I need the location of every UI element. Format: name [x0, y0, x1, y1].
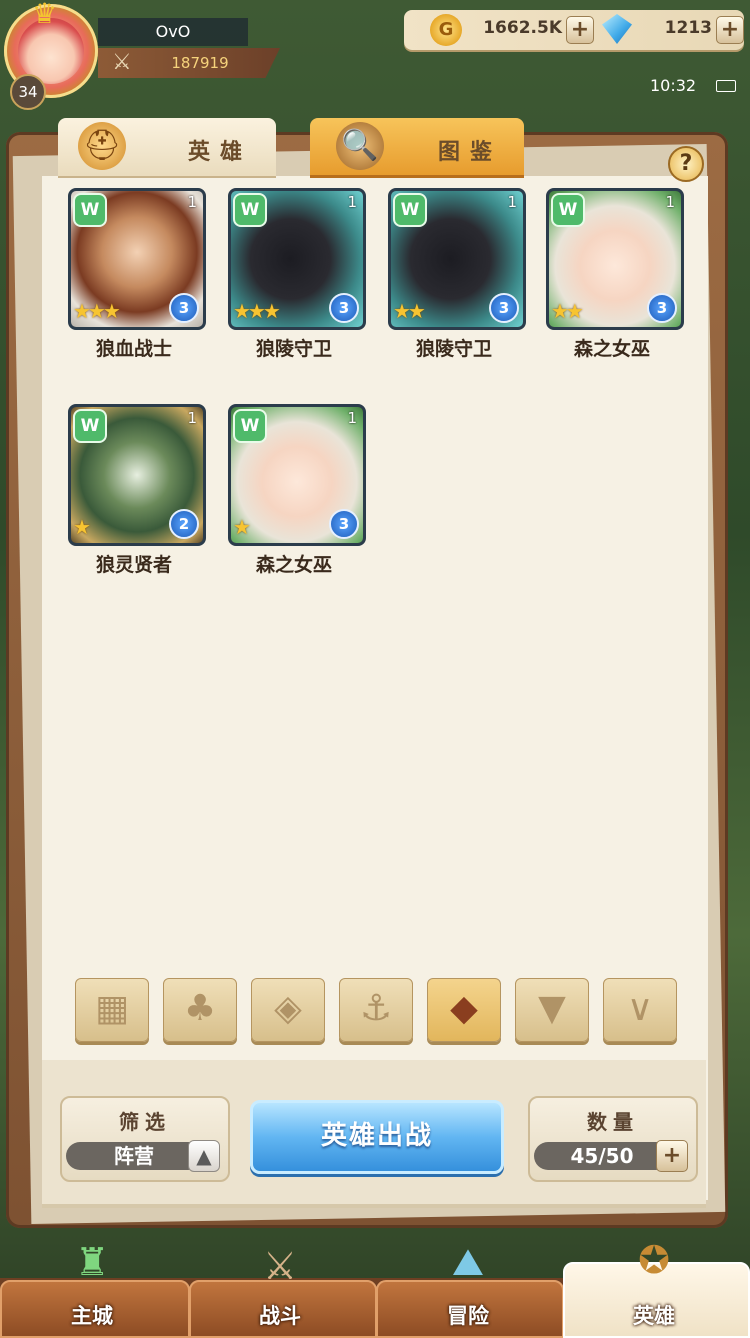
helmet-icon: ⛑: [78, 122, 126, 170]
filter-demon-button[interactable]: ▼: [515, 978, 589, 1042]
wolf-faction-icon: W: [551, 193, 585, 227]
horn-faction-icon: ∨: [626, 988, 654, 1029]
castle-icon: ♜: [74, 1240, 110, 1284]
wolf-faction-icon: W: [393, 193, 427, 227]
hero-copies: 1: [347, 409, 357, 427]
magnifier-book-icon: 🔍: [336, 122, 384, 170]
hero-card[interactable]: W 1 ★ 2: [68, 404, 206, 546]
filter-leaf-button[interactable]: ♣: [163, 978, 237, 1042]
gold-amount: 1662.5K: [483, 18, 562, 38]
hero-copies: 1: [507, 193, 517, 211]
status-clock: 10:32: [650, 76, 697, 95]
wolf-faction-icon: ◆: [450, 988, 478, 1029]
hero-name: 森之女巫: [255, 554, 332, 576]
nav-battle-label: 战斗: [259, 1304, 301, 1328]
hero-card[interactable]: W 1 ★★ 3: [546, 188, 684, 330]
nav-main-city-label: 主城: [71, 1304, 113, 1328]
wolf-faction-icon: W: [233, 409, 267, 443]
add-gems-button[interactable]: +: [716, 16, 744, 44]
tab-codex-label: 图鉴: [438, 140, 503, 165]
grid-icon: ▦: [94, 988, 129, 1029]
crossed-swords-icon: ⚔: [112, 50, 132, 75]
deploy-heroes-button[interactable]: 英雄出战: [250, 1100, 504, 1174]
nav-adventure-label: 冒险: [447, 1304, 489, 1328]
chevron-up-icon[interactable]: ▲: [188, 1140, 220, 1172]
gem-amount: 1213: [664, 18, 712, 38]
hero-level-badge: 3: [169, 293, 199, 323]
expand-capacity-button[interactable]: +: [656, 1140, 688, 1172]
anchor-faction-icon: ⚓: [359, 988, 393, 1029]
hero-stars: ★★: [393, 299, 426, 323]
hero-name: 狼血战士: [95, 338, 172, 360]
wolf-faction-icon: W: [73, 193, 107, 227]
hero-stars: ★: [233, 515, 251, 539]
gold-coin-icon: G: [430, 14, 462, 46]
filter-anchor-button[interactable]: ⚓: [339, 978, 413, 1042]
leaf-faction-icon: ♣: [183, 988, 217, 1029]
player-level-badge: 34: [10, 74, 46, 110]
hero-level-badge: 2: [169, 509, 199, 539]
hero-crest-icon: ✪: [638, 1238, 670, 1282]
hero-name: 狼陵守卫: [415, 338, 492, 360]
crossed-swords-icon: ⚔: [262, 1244, 298, 1288]
hero-count-value: 45/50: [534, 1142, 670, 1170]
hero-copies: 1: [187, 193, 197, 211]
filter-diamond-button[interactable]: ◈: [251, 978, 325, 1042]
filter-value[interactable]: 阵营: [66, 1142, 202, 1170]
diamond-faction-icon: ◈: [274, 988, 302, 1029]
count-title: 数量: [587, 1110, 639, 1134]
help-button[interactable]: ?: [668, 146, 704, 182]
map-icon: ⛰: [452, 1240, 484, 1284]
demon-faction-icon: ▼: [538, 988, 566, 1029]
hero-card[interactable]: W 1 ★★★ 3: [68, 188, 206, 330]
hero-stars: ★★★: [233, 299, 281, 323]
hero-card[interactable]: W 1 ★★★ 3: [228, 188, 366, 330]
tab-heroes-label: 英雄: [188, 140, 253, 165]
hero-card[interactable]: W 1 ★ 3: [228, 404, 366, 546]
hero-stars: ★: [73, 515, 91, 539]
hero-card[interactable]: W 1 ★★ 3: [388, 188, 526, 330]
battery-icon: [716, 80, 736, 92]
hero-name: 狼陵守卫: [255, 338, 332, 360]
hero-copies: 1: [665, 193, 675, 211]
add-gold-button[interactable]: +: [566, 16, 594, 44]
wolf-faction-icon: W: [233, 193, 267, 227]
hero-stars: ★★★: [73, 299, 121, 323]
filter-title: 筛选: [119, 1110, 171, 1134]
nav-heroes-label: 英雄: [633, 1304, 675, 1328]
hero-name: 狼灵贤者: [95, 554, 172, 576]
hero-level-badge: 3: [489, 293, 519, 323]
filter-all-button[interactable]: ▦: [75, 978, 149, 1042]
hero-stars: ★★: [551, 299, 584, 323]
hero-copies: 1: [187, 409, 197, 427]
hero-level-badge: 3: [329, 293, 359, 323]
filter-wolf-button[interactable]: ◆: [427, 978, 501, 1042]
hero-copies: 1: [347, 193, 357, 211]
hero-name: 森之女巫: [573, 338, 650, 360]
filter-horn-button[interactable]: ∨: [603, 978, 677, 1042]
wolf-faction-icon: W: [73, 409, 107, 443]
hero-level-badge: 3: [647, 293, 677, 323]
crown-icon: ♛: [32, 0, 58, 30]
combat-power-value: 187919: [171, 54, 229, 72]
hero-level-badge: 3: [329, 509, 359, 539]
player-name: OvO: [98, 18, 248, 46]
